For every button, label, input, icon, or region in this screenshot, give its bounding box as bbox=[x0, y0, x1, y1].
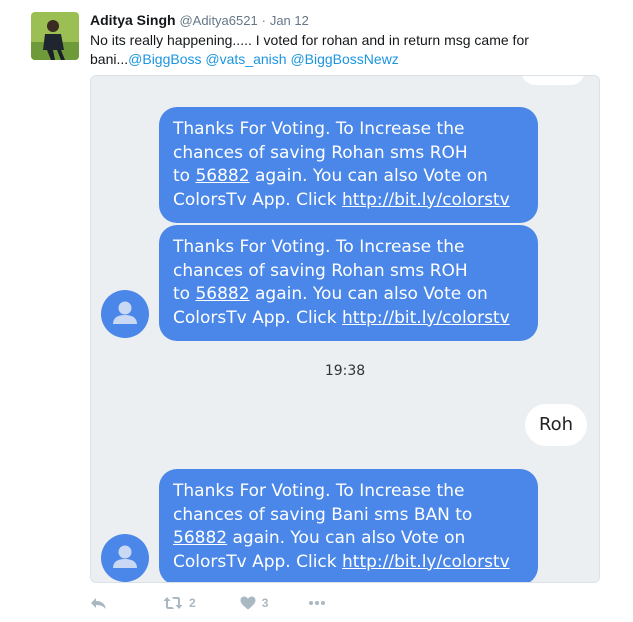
sent-reply-bubble: Roh bbox=[525, 404, 587, 446]
sms-1-line-3-post: again. You can also Vote on bbox=[249, 166, 488, 186]
heart-icon bbox=[240, 596, 256, 610]
author-handle[interactable]: @Aditya6521 bbox=[179, 13, 257, 28]
retweet-icon bbox=[163, 597, 183, 609]
person-icon bbox=[113, 301, 137, 324]
profile-avatar[interactable] bbox=[31, 12, 79, 60]
sms-1-line-4-pre: ColorsTv App. Click bbox=[173, 189, 343, 210]
mention-biggboss[interactable]: @BiggBoss bbox=[128, 51, 201, 67]
tweet-text: No its really happening..... I voted for… bbox=[90, 31, 610, 69]
like-button[interactable]: 3 bbox=[240, 596, 269, 610]
sms-1-line-1: Thanks For Voting. To Increase the bbox=[173, 119, 465, 139]
sms-1-link[interactable]: http://bit.ly/colorstv bbox=[342, 190, 510, 210]
sms-3-line-4-pre: ColorsTv App. Click bbox=[173, 551, 343, 572]
sms-1-line-2: chances of saving Rohan sms ROH bbox=[173, 142, 468, 163]
sms-3-link[interactable]: http://bit.ly/colorstv bbox=[342, 552, 510, 572]
more-button[interactable] bbox=[308, 600, 326, 606]
sms-message-2: Thanks For Voting. To Increase the chanc… bbox=[159, 225, 538, 341]
tweet-date[interactable]: Jan 12 bbox=[270, 13, 309, 28]
sms-3-line-2: chances of saving Bani sms BAN to bbox=[173, 504, 473, 525]
header-separator: · bbox=[261, 13, 266, 28]
author-name[interactable]: Aditya Singh bbox=[90, 12, 176, 28]
reply-button[interactable] bbox=[90, 596, 107, 610]
sms-2-line-2: chances of saving Rohan sms ROH bbox=[173, 260, 468, 281]
contact-avatar-icon bbox=[101, 290, 149, 338]
sms-2-link[interactable]: http://bit.ly/colorstv bbox=[342, 308, 510, 328]
profile-photo-image bbox=[31, 12, 79, 60]
sms-3-line-1: Thanks For Voting. To Increase the bbox=[173, 481, 465, 501]
tweet-header: Aditya Singh @Aditya6521 · Jan 12 bbox=[90, 11, 309, 30]
previous-message-stub bbox=[521, 76, 585, 85]
retweet-button[interactable]: 2 bbox=[163, 596, 196, 610]
sms-2-number[interactable]: 56882 bbox=[195, 284, 249, 304]
sms-1-number[interactable]: 56882 bbox=[195, 166, 249, 186]
sms-message-1: Thanks For Voting. To Increase the chanc… bbox=[159, 107, 538, 223]
contact-avatar-icon-2 bbox=[101, 534, 149, 582]
sms-1-line-3-pre: to bbox=[173, 166, 196, 186]
reply-icon bbox=[91, 598, 106, 609]
like-count: 3 bbox=[261, 596, 269, 610]
sms-3-line-3-post: again. You can also Vote on bbox=[227, 528, 466, 548]
sms-timestamp: 19:38 bbox=[324, 363, 366, 379]
sms-message-3: Thanks For Voting. To Increase the chanc… bbox=[159, 469, 538, 582]
person-icon bbox=[113, 545, 137, 568]
more-dots-icon bbox=[309, 601, 326, 605]
tweet-actions: 2 3 bbox=[90, 592, 352, 614]
sms-2-line-3-pre: to bbox=[173, 284, 196, 304]
mention-vats-anish[interactable]: @vats_anish bbox=[205, 51, 286, 67]
retweet-count: 2 bbox=[189, 596, 196, 610]
sms-2-line-4-pre: ColorsTv App. Click bbox=[173, 307, 343, 328]
media-screenshot[interactable]: Thanks For Voting. To Increase the chanc… bbox=[90, 75, 600, 583]
sms-2-line-1: Thanks For Voting. To Increase the bbox=[173, 237, 465, 257]
sms-2-line-3-post: again. You can also Vote on bbox=[249, 284, 488, 304]
sms-3-number[interactable]: 56882 bbox=[173, 528, 227, 548]
mention-biggbossnewz[interactable]: @BiggBossNewz bbox=[290, 51, 398, 67]
